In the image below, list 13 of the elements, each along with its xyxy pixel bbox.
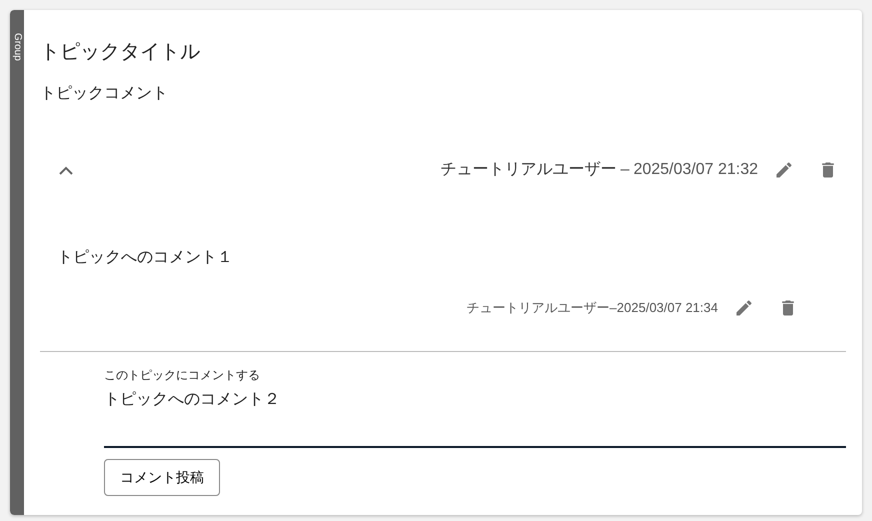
author-name: チュートリアルユーザー bbox=[466, 299, 610, 318]
comment-input-field[interactable]: トピックへのコメント２ bbox=[104, 384, 846, 448]
separator: – bbox=[610, 299, 617, 318]
reply-text: トピックへのコメント１ bbox=[57, 248, 234, 268]
topic-title: トピックタイトル bbox=[40, 40, 201, 64]
group-label: Group bbox=[11, 33, 24, 63]
comment-date: 2025/03/07 21:34 bbox=[616, 299, 718, 318]
topic-comment: トピックコメント bbox=[40, 84, 169, 104]
comment-date: 2025/03/07 21:32 bbox=[633, 160, 758, 180]
field-label: このトピックにコメントする bbox=[104, 367, 261, 384]
post-comment-button[interactable]: コメント投稿 bbox=[104, 459, 220, 496]
author-name: チュートリアルユーザー bbox=[440, 160, 617, 180]
separator: – bbox=[620, 160, 630, 180]
